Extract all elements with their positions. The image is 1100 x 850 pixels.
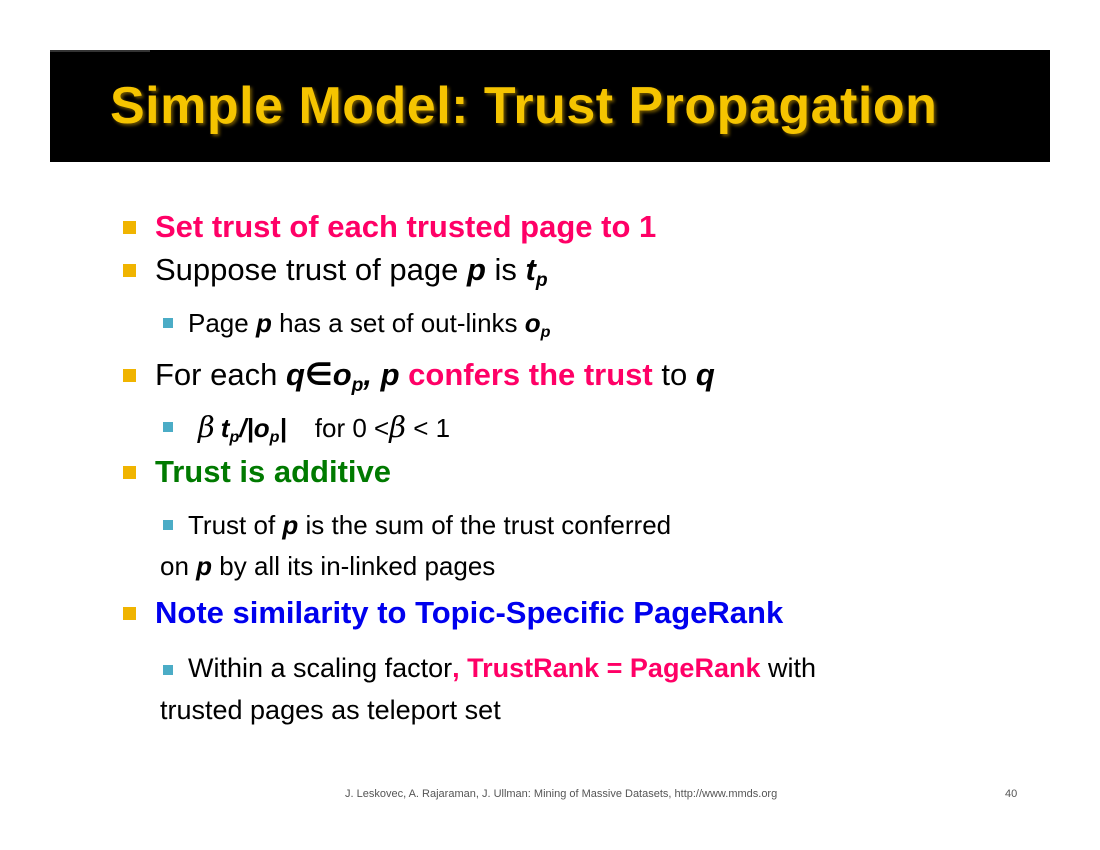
beta-symbol: β (389, 410, 406, 444)
bullet-marker (123, 466, 136, 479)
sub-bullet-out-links: Page p has a set of out-links op (188, 306, 550, 349)
sub-bullet-scaling-factor-cont: trusted pages as teleport set (160, 695, 501, 725)
var-t: t (525, 252, 536, 287)
text: to (652, 357, 696, 392)
formula-beta-trust: β tp/|op| for 0 <β < 1 (198, 410, 450, 454)
text: Page (188, 308, 256, 338)
subscript-p: p (351, 375, 364, 397)
element-of-symbol: ∈ (304, 357, 333, 392)
bullet-trust-additive: Trust is additive (155, 454, 392, 489)
sub-bullet-scaling-factor: Within a scaling factor, TrustRank = Pag… (188, 651, 816, 685)
var-p: p (255, 308, 272, 338)
text: on (160, 551, 197, 581)
var-q: q (695, 357, 715, 392)
sub-bullet-marker (163, 665, 173, 675)
sub-bullet-marker (163, 422, 173, 432)
sub-bullet-marker (163, 318, 173, 328)
bullet-confers-trust: For each q∈op, p confers the trust to q (155, 355, 715, 406)
text: by all its in-linked pages (212, 551, 496, 581)
text: For each (155, 357, 286, 392)
sub-bullet-trust-sum-cont: on p by all its in-linked pages (160, 549, 495, 583)
condition-text: < 1 (406, 413, 451, 443)
confers-trust-text: confers the trust (408, 357, 653, 392)
var-o: o (253, 413, 270, 443)
bullet-note-similarity: Note similarity to Topic-Specific PageRa… (155, 595, 784, 630)
var-p: p (466, 252, 486, 287)
bullet-marker (123, 264, 136, 277)
comma: , (363, 357, 381, 392)
bullet-marker (123, 369, 136, 382)
footer-citation: J. Leskovec, A. Rajaraman, J. Ullman: Mi… (345, 788, 778, 800)
subscript-p: p (269, 428, 280, 447)
var-p: p (282, 510, 299, 540)
text: is (485, 252, 526, 287)
text: has a set of out-links (271, 308, 525, 338)
condition-text: for 0 < (314, 413, 390, 443)
bullet-marker (123, 607, 136, 620)
bullet-set-trust: Set trust of each trusted page to 1 (155, 209, 657, 244)
text: Trust of (188, 510, 283, 540)
var-q: q (285, 357, 305, 392)
bullet-suppose-trust: Suppose trust of page p is tp (155, 250, 548, 301)
text: is the sum of the trust conferred (298, 510, 672, 540)
bullet-marker (123, 221, 136, 234)
slide-content: Set trust of each trusted page to 1 Supp… (0, 0, 1100, 850)
var-p: p (380, 357, 400, 392)
trustrank-equals-pagerank: , TrustRank = PageRank (452, 653, 761, 683)
page-number: 40 (1005, 788, 1018, 800)
sub-bullet-trust-sum: Trust of p is the sum of the trust confe… (188, 508, 671, 542)
var-o: o (332, 357, 352, 392)
beta-symbol: β (198, 410, 215, 444)
slash-bar: /| (239, 413, 254, 443)
subscript-p: p (535, 270, 548, 292)
subscript-p: p (229, 428, 240, 447)
var-o: o (524, 308, 541, 338)
bar: | (279, 413, 287, 443)
text: with (760, 653, 817, 683)
sub-bullet-marker (163, 520, 173, 530)
var-p: p (196, 551, 213, 581)
text: Suppose trust of page (155, 252, 467, 287)
subscript-p: p (540, 323, 551, 342)
text: Within a scaling factor (188, 653, 453, 683)
